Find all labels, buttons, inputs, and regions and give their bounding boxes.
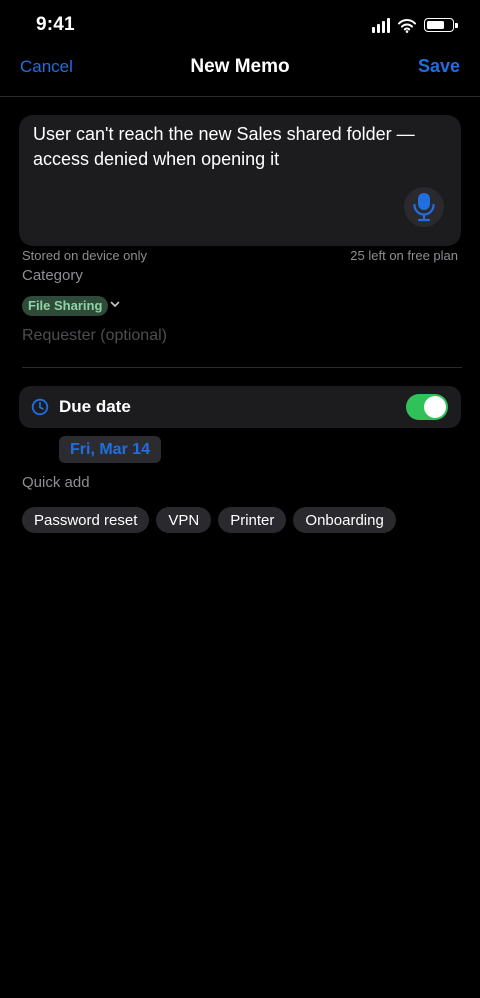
- battery-icon: [424, 18, 458, 32]
- clock-icon: [31, 398, 49, 416]
- category-label: Category: [22, 267, 83, 284]
- dictation-button[interactable]: [404, 187, 444, 227]
- cellular-signal-icon: [372, 17, 390, 33]
- microphone-icon: [413, 193, 435, 222]
- divider: [22, 367, 462, 368]
- save-button[interactable]: Save: [418, 56, 460, 77]
- requester-input[interactable]: [22, 322, 458, 350]
- memo-text-area[interactable]: User can't reach the new Sales shared fo…: [19, 115, 461, 246]
- quick-add-label: Quick add: [22, 474, 90, 491]
- quick-add-onboarding[interactable]: Onboarding: [293, 507, 396, 533]
- category-chip[interactable]: File Sharing: [22, 296, 109, 316]
- quick-add-list: Password reset VPN Printer Onboarding: [22, 507, 396, 533]
- page-title: New Memo: [190, 56, 290, 77]
- due-date-row[interactable]: Due date: [19, 386, 461, 428]
- quick-add-printer[interactable]: Printer: [218, 507, 287, 533]
- status-bar: 9:41: [0, 0, 480, 50]
- nav-bar: Cancel New Memo Save: [0, 50, 480, 97]
- status-time: 9:41: [36, 14, 75, 35]
- memo-text[interactable]: User can't reach the new Sales shared fo…: [33, 122, 423, 172]
- due-date-picker[interactable]: Fri, Mar 14: [59, 436, 162, 463]
- storage-note: Stored on device only: [22, 248, 148, 263]
- wifi-icon: [398, 18, 416, 33]
- due-date-label: Due date: [59, 397, 131, 416]
- quick-add-vpn[interactable]: VPN: [156, 507, 212, 533]
- chevron-down-icon[interactable]: [109, 298, 121, 310]
- due-date-toggle[interactable]: [406, 394, 448, 420]
- remaining-count: 25 left on free plan: [350, 248, 458, 263]
- status-icons: [372, 14, 458, 36]
- toggle-knob: [424, 396, 446, 418]
- quick-add-password-reset[interactable]: Password reset: [22, 507, 150, 533]
